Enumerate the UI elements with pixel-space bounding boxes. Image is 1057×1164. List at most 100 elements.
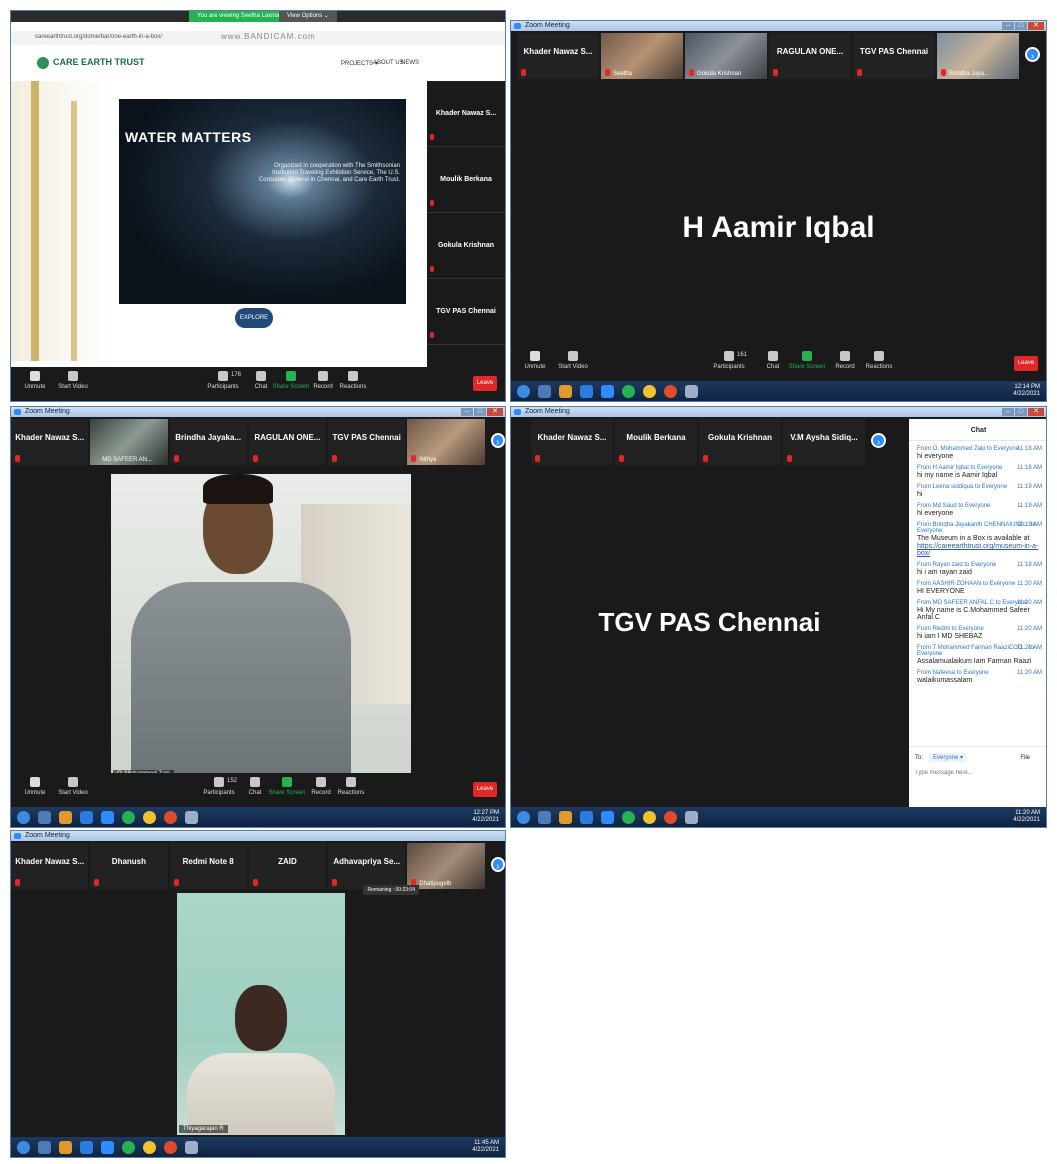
participant-tile[interactable]: Nithya	[407, 419, 485, 465]
chrome-icon[interactable]	[643, 384, 656, 398]
participant-tile[interactable]: V.M Aysha Sidiq...	[783, 419, 865, 465]
view-options-button[interactable]: View Options ⌄	[279, 11, 337, 22]
taskbar-app-icon[interactable]	[685, 384, 698, 398]
zoom-icon[interactable]	[101, 810, 114, 824]
url-text[interactable]: careearthtrust.org/dome/bar/one-earth-in…	[35, 34, 162, 40]
side-participant[interactable]: TGV PAS Chennai	[427, 279, 505, 345]
leave-button[interactable]: Leave	[473, 376, 497, 391]
next-page-icon[interactable]: ›	[490, 857, 505, 872]
zoom-icon[interactable]	[601, 384, 614, 398]
participant-tile[interactable]: RAGULAN ONE...	[248, 419, 327, 465]
start-icon[interactable]	[17, 810, 30, 824]
zoom-icon[interactable]	[101, 1140, 114, 1154]
start-video-button[interactable]: Start Video	[51, 371, 95, 390]
taskbar-app-icon[interactable]	[38, 810, 51, 824]
side-participant[interactable]: Gokula Krishnan	[427, 213, 505, 279]
start-icon[interactable]	[17, 1140, 30, 1154]
participant-tile[interactable]: Moulik Berkana	[615, 419, 697, 465]
whatsapp-icon[interactable]	[122, 810, 135, 824]
close-button[interactable]: ✕	[1028, 408, 1044, 416]
opera-icon[interactable]	[664, 384, 677, 398]
close-button[interactable]: ✕	[487, 408, 503, 416]
opera-icon[interactable]	[664, 810, 677, 824]
reactions-button[interactable]: Reactions	[857, 351, 901, 370]
participant-tile[interactable]: Seetha	[601, 33, 683, 79]
opera-icon[interactable]	[164, 810, 177, 824]
folder-icon[interactable]	[559, 384, 572, 398]
recipient-select[interactable]: Everyone ▾	[929, 753, 968, 762]
maximize-button[interactable]: □	[474, 408, 486, 416]
whatsapp-icon[interactable]	[122, 1140, 135, 1154]
whatsapp-icon[interactable]	[622, 384, 635, 398]
taskbar-app-icon[interactable]	[185, 810, 198, 824]
next-page-icon[interactable]: ›	[1025, 47, 1040, 62]
whatsapp-icon[interactable]	[622, 810, 635, 824]
participant-tile[interactable]: Khader Nawaz S...	[11, 419, 89, 465]
folder-icon[interactable]	[59, 1140, 72, 1154]
reactions-button[interactable]: Reactions	[331, 371, 375, 390]
chrome-icon[interactable]	[143, 1140, 156, 1154]
maximize-button[interactable]: □	[1015, 408, 1027, 416]
taskbar-app-icon[interactable]	[538, 384, 551, 398]
folder-icon[interactable]	[59, 810, 72, 824]
taskbar-app-icon[interactable]	[185, 1140, 198, 1154]
file-button[interactable]: File	[1020, 755, 1030, 761]
address-bar[interactable]: careearthtrust.org/dome/bar/one-earth-in…	[11, 31, 505, 45]
zoom-icon[interactable]	[601, 810, 614, 824]
participant-tile[interactable]: Gokula Krishnan	[699, 419, 781, 465]
participant-tile[interactable]: Dhatipugelb	[407, 843, 485, 889]
explore-button[interactable]: EXPLORE	[235, 308, 273, 328]
participant-tile[interactable]: Khader Nawaz S...	[11, 843, 89, 889]
nav-news[interactable]: NEWS	[401, 60, 419, 66]
participant-tile[interactable]: Brindha Jaya...	[937, 33, 1019, 79]
next-page-icon[interactable]: ›	[871, 433, 886, 448]
taskbar-app-icon[interactable]	[38, 1140, 51, 1154]
participant-tile[interactable]: Dhanush	[90, 843, 168, 889]
participant-tile[interactable]: RAGULAN ONE...	[769, 33, 851, 79]
ie-icon[interactable]	[80, 1140, 93, 1154]
reactions-button[interactable]: Reactions	[329, 777, 373, 796]
leave-button[interactable]: Leave	[473, 782, 497, 797]
side-participant[interactable]: Moulik Berkana	[427, 147, 505, 213]
participant-tile[interactable]: Redmi Note 8	[169, 843, 247, 889]
start-video-button[interactable]: Start Video	[51, 777, 95, 796]
ie-icon[interactable]	[580, 384, 593, 398]
participant-tile[interactable]: MD SAFEER AN...	[90, 419, 168, 465]
taskbar-app-icon[interactable]	[538, 810, 551, 824]
minimize-button[interactable]: –	[461, 408, 473, 416]
participant-tile[interactable]: ZAID	[248, 843, 327, 889]
participant-tile[interactable]: Adhavapriya Se...	[328, 843, 406, 889]
participants-button[interactable]: Participants 161	[707, 351, 751, 370]
side-participant[interactable]: Khader Nawaz S...	[427, 81, 505, 147]
participant-tile[interactable]: Gokula Krishnan	[685, 33, 767, 79]
chrome-icon[interactable]	[643, 810, 656, 824]
minimize-button[interactable]: –	[1002, 22, 1014, 30]
nav-about[interactable]: ABOUT US	[373, 60, 404, 66]
participant-tile[interactable]: Khader Nawaz S...	[517, 33, 599, 79]
site-logo[interactable]: CARE EARTH TRUST	[53, 57, 145, 67]
speaker-name-badge: Thiyagarajan R	[179, 1125, 228, 1133]
participant-tile[interactable]: Brindha Jayaka...	[169, 419, 247, 465]
participant-tile[interactable]: TGV PAS Chennai	[853, 33, 935, 79]
taskbar-app-icon[interactable]	[685, 810, 698, 824]
chat-input[interactable]	[913, 769, 1041, 777]
start-icon[interactable]	[517, 810, 530, 824]
close-button[interactable]: ✕	[1028, 22, 1044, 30]
chat-link[interactable]: https://careearthtrust.org/museum-in-a-b…	[917, 543, 1040, 557]
opera-icon[interactable]	[164, 1140, 177, 1154]
window-titlebar: Zoom Meeting – □ ✕	[511, 21, 1046, 31]
folder-icon[interactable]	[559, 810, 572, 824]
ie-icon[interactable]	[80, 810, 93, 824]
minimize-button[interactable]: –	[1002, 408, 1014, 416]
start-icon[interactable]	[517, 384, 530, 398]
participant-tile[interactable]: TGV PAS Chennai	[328, 419, 406, 465]
share-icon	[286, 371, 296, 381]
chat-icon	[768, 351, 778, 361]
ie-icon[interactable]	[580, 810, 593, 824]
next-page-icon[interactable]: ›	[490, 433, 505, 448]
chrome-icon[interactable]	[143, 810, 156, 824]
start-video-button[interactable]: Start Video	[551, 351, 595, 370]
leave-button[interactable]: Leave	[1014, 356, 1038, 371]
participant-tile[interactable]: Khader Nawaz S...	[531, 419, 613, 465]
maximize-button[interactable]: □	[1015, 22, 1027, 30]
